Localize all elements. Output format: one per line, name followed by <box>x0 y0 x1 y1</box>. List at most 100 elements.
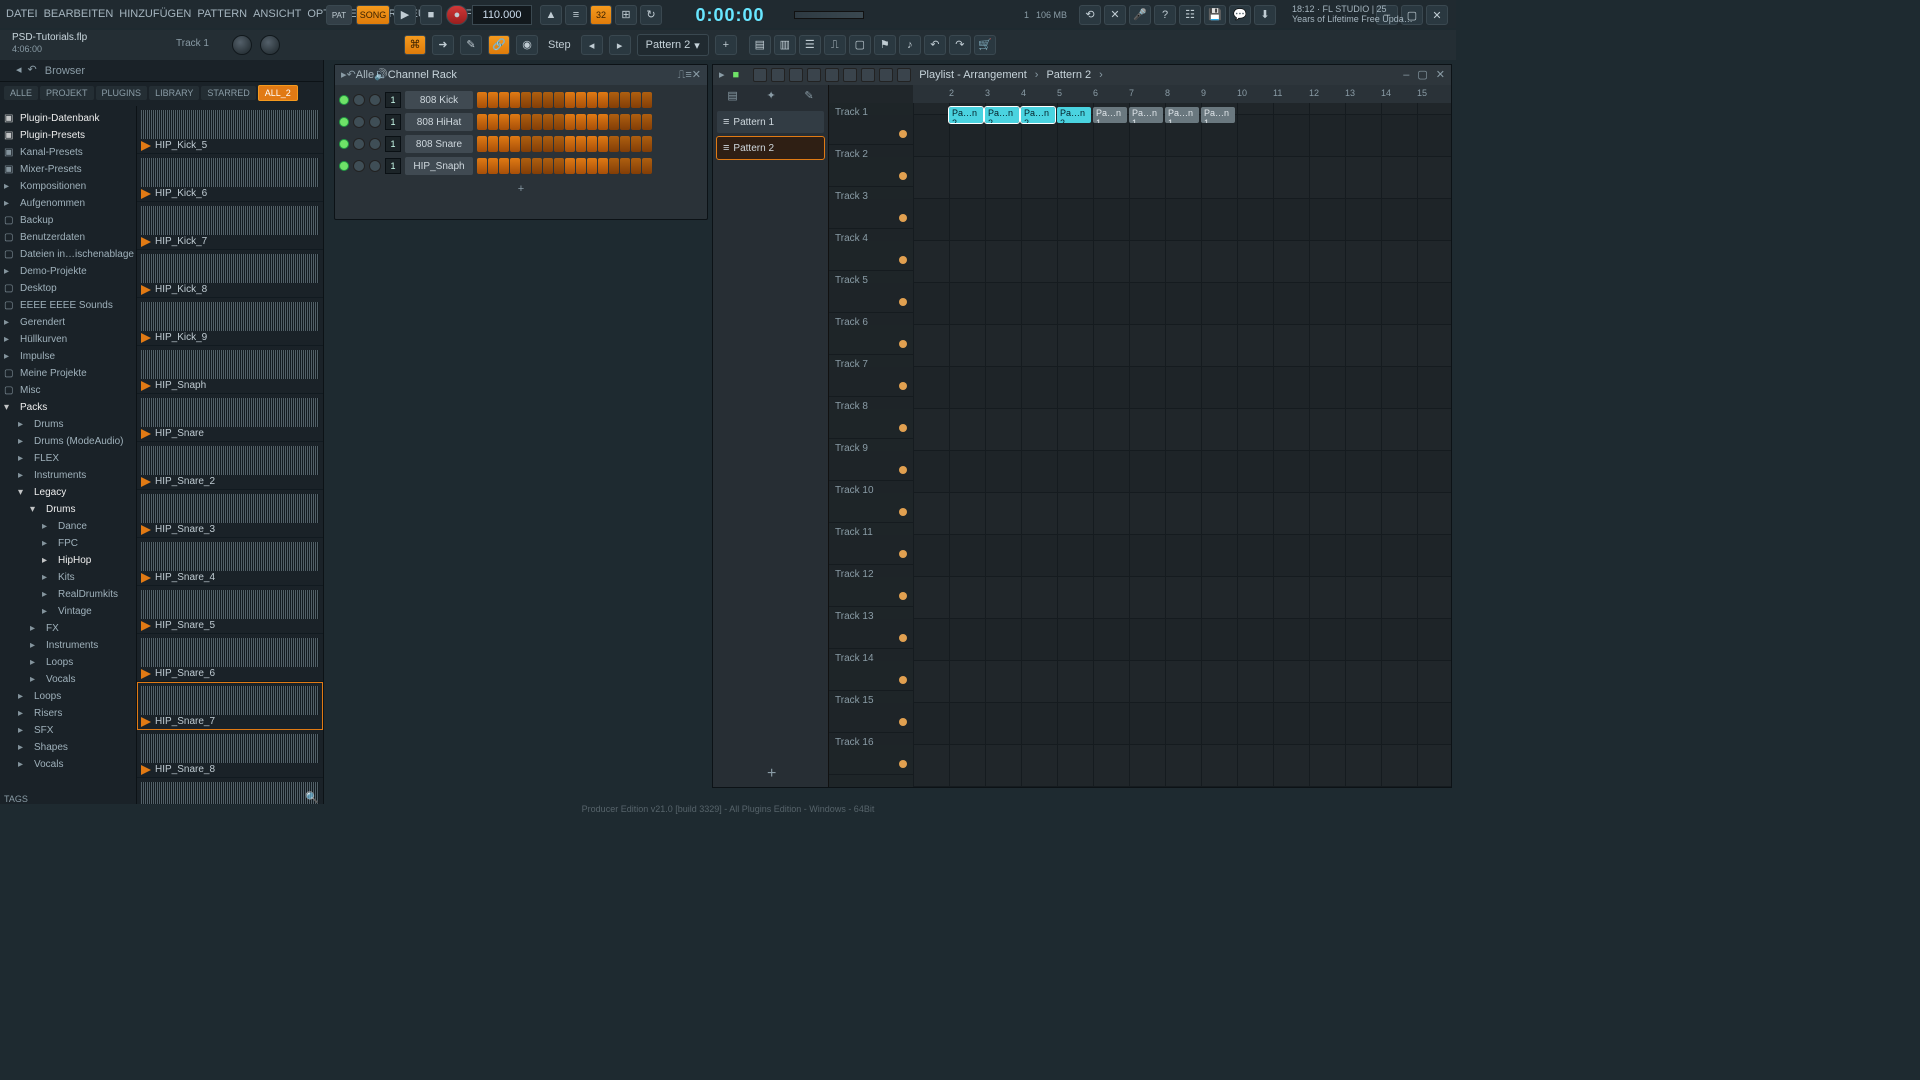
menu-ansicht[interactable]: ANSICHT <box>253 8 301 20</box>
sample-item[interactable]: HIP_Snare_4 <box>137 538 323 586</box>
browser-tab[interactable]: PLUGINS <box>96 86 148 100</box>
step-cell[interactable] <box>543 136 553 152</box>
track-header[interactable]: Track 8 <box>829 397 913 439</box>
pl-close-icon[interactable]: ✕ <box>1436 70 1445 81</box>
channel-pan-knob[interactable] <box>353 94 365 106</box>
sample-item[interactable]: HIP_Kick_6 <box>137 154 323 202</box>
tree-item[interactable]: ▸Demo-Projekte <box>0 263 136 280</box>
rack-back-icon[interactable]: ↶ <box>347 70 356 81</box>
clip-pattern1[interactable]: Pa…n 1 <box>1165 107 1199 123</box>
step-cell[interactable] <box>587 158 597 174</box>
tree-item[interactable]: ▸Kompositionen <box>0 178 136 195</box>
tree-item[interactable]: ▸Vintage <box>0 603 136 620</box>
track-mute-led[interactable] <box>899 424 907 432</box>
step-cell[interactable] <box>554 158 564 174</box>
track-header[interactable]: Track 4 <box>829 229 913 271</box>
track-header[interactable]: Track 7 <box>829 355 913 397</box>
tree-item[interactable]: ▣Kanal-Presets <box>0 144 136 161</box>
midi-button[interactable]: 🎤 <box>1129 5 1151 25</box>
share-button[interactable]: 💬 <box>1229 5 1251 25</box>
view-plugin-button[interactable]: ⚑ <box>874 35 896 55</box>
tree-item[interactable]: ▸Instruments <box>0 637 136 654</box>
channel-name-button[interactable]: HIP_Snaph <box>405 157 473 175</box>
clip-pattern1[interactable]: Pa…n 1 <box>1201 107 1235 123</box>
step-cell[interactable] <box>510 136 520 152</box>
pl-min-icon[interactable]: – <box>1403 70 1409 81</box>
tool-paint[interactable] <box>771 68 785 82</box>
track-mute-led[interactable] <box>899 508 907 516</box>
step-cell[interactable] <box>521 136 531 152</box>
stop-button[interactable]: ■ <box>420 5 442 25</box>
tree-item[interactable]: ▣Mixer-Presets <box>0 161 136 178</box>
step-cell[interactable] <box>598 136 608 152</box>
browser-tab[interactable]: LIBRARY <box>149 86 199 100</box>
step-cell[interactable] <box>631 92 641 108</box>
step-cell[interactable] <box>642 136 652 152</box>
pattern-item[interactable]: ≡Pattern 2 <box>717 137 824 159</box>
countdown-button[interactable]: 32 <box>590 5 612 25</box>
tool-playback[interactable] <box>897 68 911 82</box>
step-cell[interactable] <box>477 136 487 152</box>
view-mixer-button[interactable]: ⎍ <box>824 35 846 55</box>
clip-pattern2[interactable]: Pa…n 2 <box>1021 107 1055 123</box>
tree-item[interactable]: ▸Gerendert <box>0 314 136 331</box>
sample-item[interactable]: HIP_Kick_5 <box>137 106 323 154</box>
tree-item[interactable]: ▸Dance <box>0 518 136 535</box>
tree-item[interactable]: ▸Instruments <box>0 467 136 484</box>
track-header[interactable]: Track 15 <box>829 691 913 733</box>
step-cell[interactable] <box>587 92 597 108</box>
tree-item[interactable]: ▾Legacy <box>0 484 136 501</box>
channel-pan-knob[interactable] <box>353 160 365 172</box>
tool-select[interactable] <box>861 68 875 82</box>
help-button[interactable]: ? <box>1154 5 1176 25</box>
view-tempo-button[interactable]: ♪ <box>899 35 921 55</box>
step-cell[interactable] <box>477 92 487 108</box>
step-cell[interactable] <box>565 158 575 174</box>
save-button[interactable]: 💾 <box>1204 5 1226 25</box>
track-mute-led[interactable] <box>899 256 907 264</box>
step-cell[interactable] <box>488 114 498 130</box>
track-header[interactable]: Track 3 <box>829 187 913 229</box>
picker-view1-icon[interactable]: ▤ <box>727 91 737 102</box>
pl-magnet-icon[interactable]: ■ <box>733 70 740 81</box>
step-cell[interactable] <box>554 114 564 130</box>
tool-zoom[interactable] <box>879 68 893 82</box>
link-button[interactable]: 🔗 <box>488 35 510 55</box>
play-button[interactable]: ▶ <box>394 5 416 25</box>
step-cell[interactable] <box>620 158 630 174</box>
step-cell[interactable] <box>609 158 619 174</box>
sync-button[interactable]: ⟲ <box>1079 5 1101 25</box>
news-button[interactable]: ☷ <box>1179 5 1201 25</box>
step-cell[interactable] <box>620 92 630 108</box>
browser-tab[interactable]: ALL_2 <box>258 85 298 101</box>
track-mute-led[interactable] <box>899 634 907 642</box>
channel-vol-knob[interactable] <box>369 160 381 172</box>
step-cell[interactable] <box>510 114 520 130</box>
tool-draw[interactable] <box>753 68 767 82</box>
pattern-selector[interactable]: Pattern 2 ▾ <box>637 34 709 56</box>
pattern-item[interactable]: ≡Pattern 1 <box>717 111 824 133</box>
view-pianoroll-button[interactable]: ▥ <box>774 35 796 55</box>
track-header[interactable]: Track 16 <box>829 733 913 775</box>
tree-item[interactable]: ▸Hüllkurven <box>0 331 136 348</box>
tree-item[interactable]: ▸RealDrumkits <box>0 586 136 603</box>
step-cell[interactable] <box>565 92 575 108</box>
add-pattern-button[interactable]: + <box>767 765 776 783</box>
track-header[interactable]: Track 2 <box>829 145 913 187</box>
tree-item[interactable]: ▸Drums (ModeAudio) <box>0 433 136 450</box>
tree-item[interactable]: ▢Backup <box>0 212 136 229</box>
collapse-icon[interactable]: ◂ <box>16 65 22 76</box>
live-button[interactable]: ◉ <box>516 35 538 55</box>
menu-datei[interactable]: DATEI <box>6 8 38 20</box>
channel-name-button[interactable]: 808 Snare <box>405 135 473 153</box>
clip-pattern2[interactable]: Pa…n 2 <box>985 107 1019 123</box>
track-mute-led[interactable] <box>899 172 907 180</box>
channel-name-button[interactable]: 808 Kick <box>405 91 473 109</box>
clip-pattern2[interactable]: Pa…n 2 <box>949 107 983 123</box>
track-mute-led[interactable] <box>899 676 907 684</box>
step-cell[interactable] <box>521 158 531 174</box>
rack-graph-icon[interactable]: ⎍ <box>678 70 686 81</box>
step-cell[interactable] <box>587 136 597 152</box>
add-channel-button[interactable]: + <box>339 183 703 201</box>
channel-mute-led[interactable] <box>339 139 349 149</box>
